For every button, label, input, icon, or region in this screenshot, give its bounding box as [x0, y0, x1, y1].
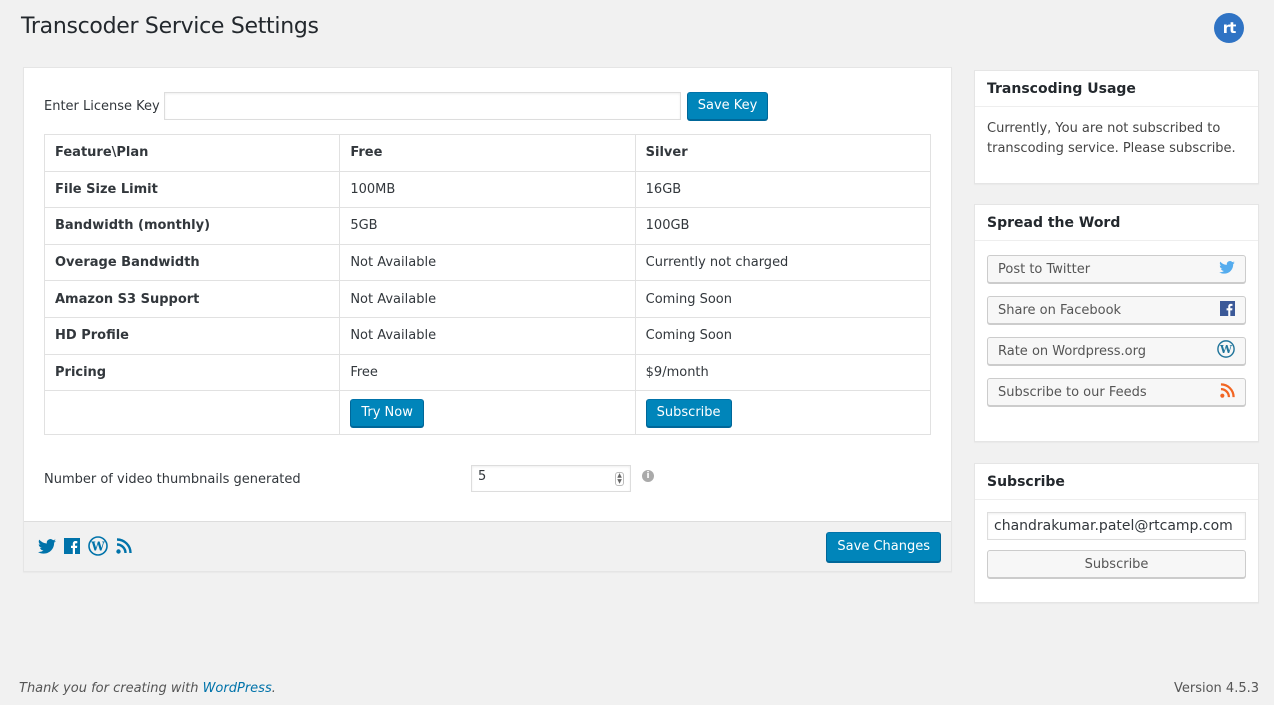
social-icons: W — [38, 536, 132, 556]
thanks-text: Thank you for creating with — [19, 681, 203, 696]
silver-cell: Currently not charged — [634, 243, 932, 282]
thumbnails-value: 5 — [478, 469, 487, 484]
feature-cell: Bandwidth (monthly) — [43, 207, 341, 245]
free-cell: 5GB — [339, 207, 636, 245]
rss-icon — [1220, 382, 1235, 402]
email-field[interactable] — [987, 512, 1246, 540]
silver-cell: Coming Soon — [634, 280, 932, 318]
twitter-icon[interactable] — [38, 538, 56, 554]
facebook-icon — [1220, 300, 1235, 320]
wordpress-icon: W — [1217, 340, 1235, 362]
thumbnails-label: Number of video thumbnails generated — [44, 472, 301, 487]
table-header-cell: Feature\Plan — [43, 134, 341, 172]
free-cell: Not Available — [339, 243, 636, 282]
info-icon[interactable]: i — [642, 470, 654, 482]
thumbnails-row: Number of video thumbnails generated 5 ▲… — [44, 465, 684, 495]
empty-cell — [43, 390, 341, 436]
silver-cell: $9/month — [634, 353, 932, 392]
panel-footer: W Save Changes — [24, 521, 951, 571]
subscribe-widget: Subscribe Subscribe — [974, 463, 1259, 603]
spread-the-word-widget: Spread the Word Post to Twitter Share on… — [974, 204, 1259, 442]
facebook-icon[interactable] — [64, 538, 80, 554]
rate-on-wordpress-button[interactable]: Rate on Wordpress.org W — [987, 337, 1246, 365]
feature-cell: Overage Bandwidth — [43, 243, 341, 282]
subscribe-silver-button[interactable]: Subscribe — [645, 398, 732, 427]
try-now-button[interactable]: Try Now — [350, 398, 424, 427]
usage-text: Currently, You are not subscribed to tra… — [987, 121, 1236, 156]
plans-table: Feature\Plan Free Silver File Size Limit… — [43, 134, 932, 436]
wordpress-link[interactable]: WordPress — [203, 681, 272, 696]
table-row: Amazon S3 Support Not Available Coming S… — [43, 280, 932, 318]
wordpress-icon[interactable]: W — [88, 536, 108, 556]
table-row: File Size Limit 100MB 16GB — [43, 170, 932, 209]
table-header-cell: Free — [339, 134, 636, 172]
share-label: Subscribe to our Feeds — [998, 384, 1147, 400]
free-cell: Not Available — [339, 316, 636, 355]
rss-icon[interactable] — [116, 538, 132, 554]
share-label: Post to Twitter — [998, 261, 1091, 277]
subscribe-button[interactable]: Subscribe — [987, 550, 1246, 578]
post-to-twitter-button[interactable]: Post to Twitter — [987, 255, 1246, 283]
version-text: Version 4.5.3 — [1173, 681, 1259, 696]
license-key-input[interactable] — [163, 92, 681, 120]
footer-thanks: Thank you for creating with WordPress. — [19, 681, 276, 696]
save-key-button[interactable]: Save Key — [686, 92, 769, 120]
table-row: Bandwidth (monthly) 5GB 100GB — [43, 207, 932, 245]
settings-panel: Enter License Key Save Key Feature\Plan … — [23, 67, 952, 572]
transcoding-usage-widget: Transcoding Usage Currently, You are not… — [974, 70, 1259, 184]
thanks-suffix: . — [271, 681, 276, 696]
widget-title: Spread the Word — [975, 205, 1258, 241]
silver-cell: Coming Soon — [634, 316, 932, 355]
feature-cell: HD Profile — [43, 316, 341, 355]
subscribe-feeds-button[interactable]: Subscribe to our Feeds — [987, 378, 1246, 406]
table-header-cell: Silver — [634, 134, 932, 172]
table-row: HD Profile Not Available Coming Soon — [43, 316, 932, 355]
widget-title: Subscribe — [975, 464, 1258, 500]
feature-cell: Amazon S3 Support — [43, 280, 341, 318]
free-action-cell: Try Now — [339, 390, 636, 436]
license-key-label: Enter License Key — [44, 98, 160, 114]
spinner-arrows-icon[interactable]: ▲ ▼ — [615, 472, 624, 486]
share-on-facebook-button[interactable]: Share on Facebook — [987, 296, 1246, 324]
share-label: Share on Facebook — [998, 302, 1122, 318]
free-cell: Not Available — [339, 280, 636, 318]
table-header-row: Feature\Plan Free Silver — [43, 134, 932, 172]
table-row: Overage Bandwidth Not Available Currentl… — [43, 243, 932, 282]
svg-text:W: W — [90, 540, 105, 554]
svg-text:W: W — [1219, 343, 1233, 356]
feature-cell: Pricing — [43, 353, 341, 392]
widget-title: Transcoding Usage — [975, 71, 1258, 107]
silver-action-cell: Subscribe — [634, 390, 932, 436]
thumbnails-number-input[interactable]: 5 ▲ ▼ — [471, 465, 631, 492]
page-title: Transcoder Service Settings — [21, 14, 319, 39]
free-cell: Free — [339, 353, 636, 392]
feature-cell: File Size Limit — [43, 170, 341, 209]
table-actions-row: Try Now Subscribe — [43, 390, 932, 436]
silver-cell: 16GB — [634, 170, 932, 209]
save-changes-button[interactable]: Save Changes — [826, 532, 941, 562]
license-row: Enter License Key Save Key — [44, 92, 769, 120]
share-label: Rate on Wordpress.org — [998, 343, 1146, 359]
twitter-icon — [1219, 260, 1235, 278]
table-row: Pricing Free $9/month — [43, 353, 932, 392]
free-cell: 100MB — [339, 170, 636, 209]
silver-cell: 100GB — [634, 207, 932, 245]
rtcamp-logo-icon[interactable]: rt — [1214, 13, 1244, 43]
